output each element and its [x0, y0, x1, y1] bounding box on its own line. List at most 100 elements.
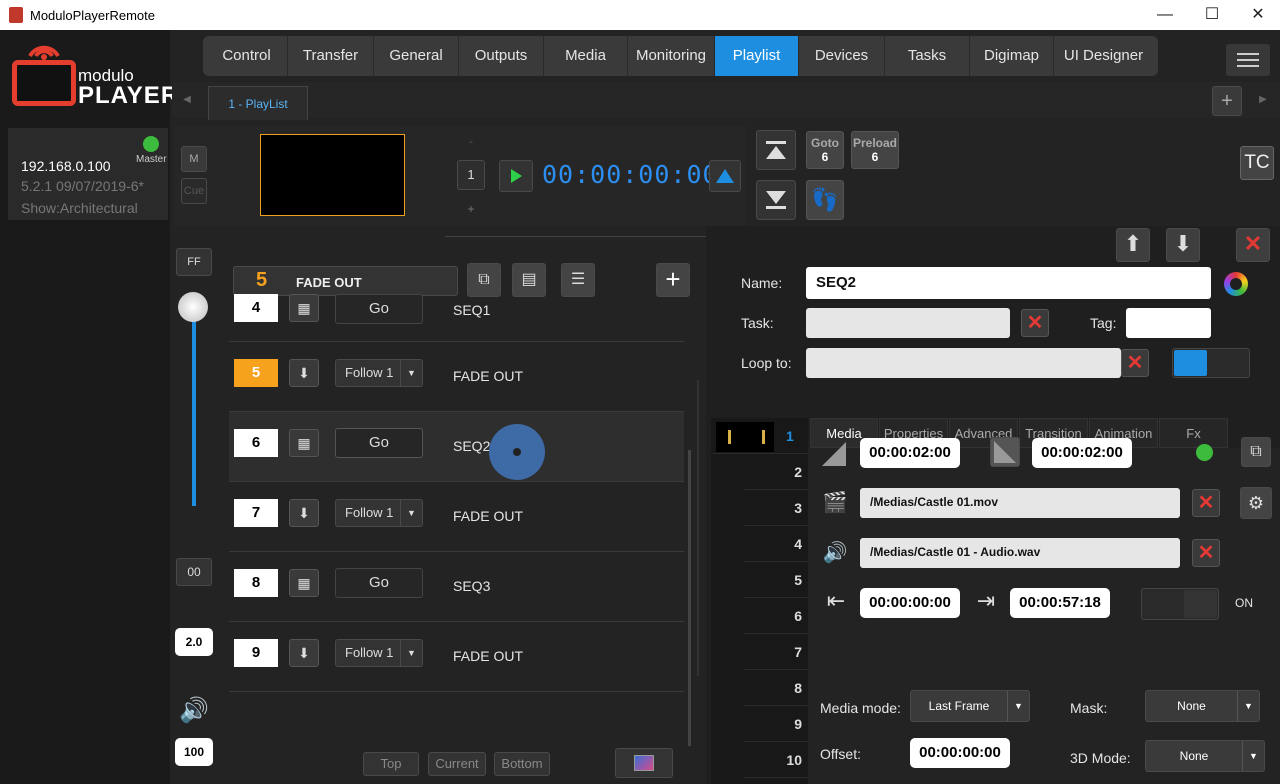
layer-number[interactable]: 3	[744, 490, 808, 526]
layer-number[interactable]: 2	[744, 454, 808, 490]
table-row-selected[interactable]: 6 ▦ Go SEQ2	[229, 412, 684, 482]
maximize-button[interactable]: ☐	[1197, 4, 1227, 26]
follow-select[interactable]: Follow 1 ▼	[335, 499, 423, 527]
offset-time[interactable]: 00:00:00:00	[910, 738, 1010, 768]
open-media-icon[interactable]: ⧉	[1241, 437, 1271, 467]
move-up-arrow-icon[interactable]: ⬆	[1116, 228, 1150, 262]
scroll-top-button[interactable]: Top	[363, 752, 419, 776]
clear-task-icon[interactable]: ✕	[1021, 309, 1049, 337]
tab-outputs[interactable]: Outputs	[459, 36, 544, 76]
tag-input[interactable]	[1126, 308, 1211, 338]
step-plus-button[interactable]: +	[462, 202, 480, 216]
minimize-button[interactable]: —	[1150, 4, 1180, 26]
layer-number[interactable]: 7	[744, 634, 808, 670]
loop-on-toggle[interactable]	[1141, 588, 1219, 620]
task-input[interactable]	[806, 308, 1010, 338]
cue-list-scrollbar[interactable]	[688, 450, 691, 746]
media-mode-select[interactable]: Last Frame ▼	[910, 690, 1030, 722]
mode3d-value: None	[1179, 749, 1209, 763]
tab-fx[interactable]: Fx	[1159, 418, 1228, 448]
follow-select[interactable]: Follow 1 ▼	[335, 639, 423, 667]
layer-number-selected[interactable]: 1	[786, 428, 794, 444]
table-row[interactable]: 4 ▦ Go SEQ1	[229, 272, 684, 342]
fade-out-icon[interactable]	[990, 437, 1020, 467]
tab-control[interactable]: Control	[206, 36, 288, 76]
master-fader-knob[interactable]	[178, 292, 208, 322]
jump-top-button[interactable]	[756, 130, 796, 170]
tab-playlist[interactable]: Playlist	[715, 36, 799, 76]
checkered-flag-icon: ▦	[289, 569, 319, 597]
scroll-bottom-button[interactable]: Bottom	[494, 752, 550, 776]
table-row[interactable]: 8 ▦ Go SEQ3	[229, 552, 684, 622]
layer-number[interactable]: 6	[744, 598, 808, 634]
volume-value[interactable]: 100	[175, 738, 213, 766]
scroll-right-icon[interactable]: ▶	[1256, 94, 1270, 105]
cue-action-button[interactable]: Go	[335, 428, 423, 458]
loop-input[interactable]	[806, 348, 1121, 378]
fade-out-time[interactable]: 00:00:02:00	[1032, 438, 1132, 468]
preload-button[interactable]: Preload 6	[851, 131, 899, 169]
tab-ui-designer[interactable]: UI Designer	[1054, 36, 1153, 76]
ff-button[interactable]: FF	[176, 248, 212, 276]
cue-action-button[interactable]: Go	[335, 294, 423, 324]
tab-devices[interactable]: Devices	[799, 36, 885, 76]
add-playlist-icon[interactable]: +	[1212, 86, 1242, 116]
eject-up-button[interactable]	[709, 160, 741, 192]
cue-action-button[interactable]: Go	[335, 568, 423, 598]
scroll-left-icon[interactable]: ◀	[180, 94, 194, 105]
table-row[interactable]: 9 ⬇ Follow 1 ▼ FADE OUT	[229, 622, 684, 692]
tab-tasks[interactable]: Tasks	[885, 36, 970, 76]
device-card[interactable]: Master 192.168.0.100 5.2.1 09/07/2019-6*…	[8, 128, 168, 220]
tab-monitoring[interactable]: Monitoring	[628, 36, 715, 76]
speed-value[interactable]: 2.0	[175, 628, 213, 656]
mode3d-select[interactable]: None ▼	[1145, 740, 1265, 772]
clear-loop-icon[interactable]: ✕	[1121, 349, 1149, 377]
color-wheel-icon[interactable]	[1224, 272, 1248, 296]
layer-number[interactable]: 4	[744, 526, 808, 562]
tab-media[interactable]: Media	[544, 36, 628, 76]
clear-audio-icon[interactable]: ✕	[1192, 539, 1220, 567]
footsteps-icon[interactable]: 👣	[806, 180, 844, 220]
follow-select[interactable]: Follow 1 ▼	[335, 359, 423, 387]
video-path-input[interactable]: /Medias/Castle 01.mov	[860, 488, 1180, 518]
table-row[interactable]: 5 ⬇ Follow 1 ▼ FADE OUT	[229, 342, 684, 412]
layer-number[interactable]: 5	[744, 562, 808, 598]
tab-playlist-1[interactable]: 1 - PlayList	[208, 86, 308, 120]
goto-button[interactable]: Goto 6	[806, 131, 844, 169]
clear-video-icon[interactable]: ✕	[1192, 489, 1220, 517]
reset-zero-button[interactable]: 00	[176, 558, 212, 586]
in-point-time[interactable]: 00:00:00:00	[860, 588, 960, 618]
close-window-button[interactable]: ✕	[1243, 4, 1273, 26]
name-input[interactable]: SEQ2	[806, 267, 1211, 299]
tab-transfer[interactable]: Transfer	[288, 36, 374, 76]
fade-in-time[interactable]: 00:00:02:00	[860, 438, 960, 468]
audio-path-input[interactable]: /Medias/Castle 01 - Audio.wav	[860, 538, 1180, 568]
first-cue-icon	[766, 141, 786, 159]
mask-select[interactable]: None ▼	[1145, 690, 1260, 722]
table-row[interactable]: 7 ⬇ Follow 1 ▼ FADE OUT	[229, 482, 684, 552]
scroll-current-button[interactable]: Current	[428, 752, 486, 776]
play-button[interactable]	[499, 160, 533, 192]
delete-cue-icon[interactable]: ✕	[1236, 228, 1270, 262]
layer-number[interactable]: 10	[744, 742, 808, 778]
tc-button[interactable]: TC	[1240, 146, 1274, 180]
move-down-arrow-icon[interactable]: ⬇	[1166, 228, 1200, 262]
tab-digimap[interactable]: Digimap	[970, 36, 1054, 76]
mixer-settings-icon[interactable]: ⚙	[1240, 487, 1272, 519]
volume-icon[interactable]: 🔊	[176, 696, 212, 725]
cue-button[interactable]: Cue	[181, 178, 207, 204]
image-view-icon[interactable]	[615, 748, 673, 778]
tab-general[interactable]: General	[374, 36, 459, 76]
out-point-time[interactable]: 00:00:57:18	[1010, 588, 1110, 618]
step-minus-button[interactable]: -	[462, 134, 480, 148]
menu-icon[interactable]	[1226, 44, 1270, 76]
layer-number[interactable]: 9	[744, 706, 808, 742]
step-value[interactable]: 1	[457, 160, 485, 190]
master-fader-track[interactable]	[192, 310, 196, 506]
m-button[interactable]: M	[181, 146, 207, 172]
jump-bottom-button[interactable]	[756, 180, 796, 220]
arrow-down-icon: ⬇	[289, 359, 319, 387]
tag-label: Tag:	[1090, 315, 1117, 331]
layer-number[interactable]: 8	[744, 670, 808, 706]
loop-toggle[interactable]	[1172, 348, 1250, 378]
